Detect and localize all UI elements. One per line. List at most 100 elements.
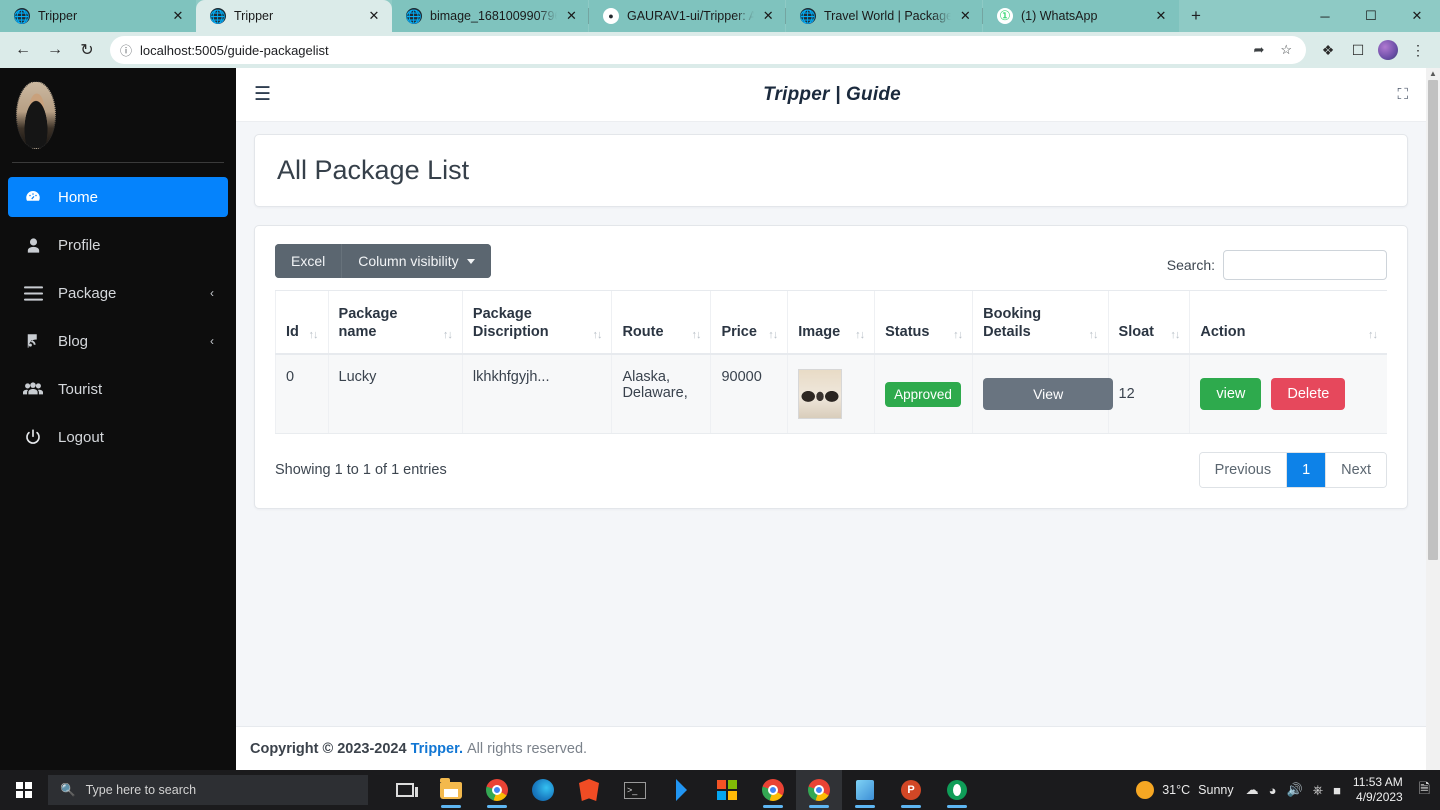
column-header-package-name[interactable]: Package name ↑↓ (327, 290, 463, 356)
task-view-icon[interactable] (382, 770, 428, 810)
sidebar-item-tourist[interactable]: Tourist (8, 369, 228, 409)
column-header-route[interactable]: Route ↑↓ (611, 290, 711, 356)
menu-kebab-icon[interactable]: ⋮ (1404, 36, 1432, 64)
battery-icon[interactable]: ■ (1333, 783, 1341, 798)
github-icon (603, 8, 619, 24)
extensions-icon[interactable]: ❖ (1314, 36, 1342, 64)
terminal-icon[interactable]: >_ (612, 770, 658, 810)
tab-close-icon[interactable]: ✕ (565, 8, 578, 24)
tab-close-icon[interactable]: ✕ (1153, 8, 1169, 24)
brave-icon[interactable] (566, 770, 612, 810)
footer-brand[interactable]: Tripper. (411, 741, 463, 757)
column-header-sloat[interactable]: Sloat ↑↓ (1107, 290, 1190, 356)
column-visibility-button[interactable]: Column visibility (342, 244, 491, 278)
sidebar-item-label: Tourist (58, 380, 103, 398)
chrome-icon-2[interactable] (750, 770, 796, 810)
column-label: Action (1200, 324, 1246, 341)
scrollbar-thumb[interactable] (1428, 80, 1438, 560)
sidebar-item-package[interactable]: Package ‹ (8, 273, 228, 313)
share-icon[interactable]: ➦ (1249, 42, 1268, 58)
pagination-previous[interactable]: Previous (1199, 453, 1288, 488)
profile-avatar[interactable] (1374, 36, 1402, 64)
window-maximize-button[interactable]: ☐ (1348, 0, 1394, 32)
sidebar-item-logout[interactable]: Logout (8, 417, 228, 457)
chrome-icon[interactable] (474, 770, 520, 810)
file-explorer-icon[interactable] (428, 770, 474, 810)
column-header-action[interactable]: Action ↑↓ (1189, 290, 1387, 356)
sidebar-profile (0, 68, 236, 162)
browser-tab-6[interactable]: (1) WhatsApp ✕ (983, 0, 1179, 32)
sidepanel-icon[interactable]: ☐ (1344, 36, 1372, 64)
column-header-price[interactable]: Price ↑↓ (710, 290, 788, 356)
view-button[interactable]: view (1200, 378, 1262, 411)
new-tab-button[interactable]: + (1179, 0, 1213, 32)
vscode-icon[interactable] (658, 770, 704, 810)
office-icon[interactable] (842, 770, 888, 810)
weather-widget[interactable]: 31°C Sunny (1136, 781, 1234, 799)
microsoft-store-icon[interactable] (704, 770, 750, 810)
pagination-next[interactable]: Next (1326, 453, 1386, 488)
tab-close-icon[interactable]: ✕ (170, 8, 186, 24)
page-scrollbar[interactable]: ▲ (1426, 68, 1440, 770)
tab-close-icon[interactable]: ✕ (366, 8, 382, 24)
back-button[interactable]: ← (8, 35, 38, 65)
edge-icon[interactable] (520, 770, 566, 810)
window-close-button[interactable]: ✕ (1394, 0, 1440, 32)
column-header-package-description[interactable]: Package Discription ↑↓ (461, 290, 612, 356)
taskbar-search[interactable]: 🔍 Type here to search (48, 775, 368, 805)
main-content: ☰ Tripper | Guide ⛶ All Package List Exc… (236, 68, 1426, 770)
taskbar-clock[interactable]: 11:53 AM 4/9/2023 (1353, 775, 1403, 805)
column-label: Package name (338, 306, 398, 341)
column-header-id[interactable]: Id ↑↓ (275, 290, 329, 356)
star-icon[interactable]: ☆ (1276, 42, 1296, 58)
pagination-page-1[interactable]: 1 (1287, 453, 1327, 488)
volume-icon[interactable]: 🔊 (1286, 782, 1302, 798)
tab-title: GAURAV1-ui/Tripper: A tou (627, 9, 754, 23)
scroll-up-arrow[interactable]: ▲ (1426, 68, 1440, 80)
column-header-status[interactable]: Status ↑↓ (874, 290, 973, 356)
fullscreen-icon[interactable]: ⛶ (1386, 86, 1408, 103)
search-input[interactable] (1223, 250, 1387, 280)
column-header-image[interactable]: Image ↑↓ (787, 290, 875, 356)
sidebar-item-profile[interactable]: Profile (8, 225, 228, 265)
browser-toolbar: ← → ↻ ⓘ localhost:5005/guide-packagelist… (0, 32, 1440, 68)
booking-details-view-button[interactable]: View (983, 378, 1114, 411)
sidebar-item-blog[interactable]: Blog ‹ (8, 321, 228, 361)
browser-tab-4[interactable]: GAURAV1-ui/Tripper: A tou ✕ (589, 0, 785, 32)
site-info-icon[interactable]: ⓘ (120, 42, 132, 59)
window-minimize-button[interactable]: ─ (1302, 0, 1348, 32)
browser-tab-2-active[interactable]: Tripper ✕ (196, 0, 392, 32)
delete-button[interactable]: Delete (1271, 378, 1346, 411)
forward-button[interactable]: → (40, 35, 70, 65)
reload-button[interactable]: ↻ (72, 35, 102, 65)
datatable-buttons: Excel Column visibility (275, 244, 491, 278)
excel-export-button[interactable]: Excel (275, 244, 343, 278)
chevron-left-icon: ‹ (210, 334, 214, 348)
address-bar[interactable]: ⓘ localhost:5005/guide-packagelist ➦ ☆ (110, 36, 1306, 64)
list-icon (22, 285, 44, 301)
sort-icon: ↑↓ (691, 329, 701, 342)
onedrive-icon[interactable]: ☁ (1246, 782, 1259, 798)
menu-toggle-icon[interactable]: ☰ (254, 83, 278, 106)
cell-status: Approved (874, 354, 973, 435)
powerpoint-icon[interactable]: P (888, 770, 934, 810)
browser-tab-1[interactable]: Tripper ✕ (0, 0, 196, 32)
start-button[interactable] (0, 782, 48, 798)
browser-tab-3[interactable]: bimage_1681009907967.pn ✕ (392, 0, 588, 32)
browser-tab-5[interactable]: Travel World | Package Det ✕ (786, 0, 982, 32)
tab-close-icon[interactable]: ✕ (959, 8, 972, 24)
notification-icon[interactable]: 🗎 (1415, 778, 1430, 802)
column-visibility-label: Column visibility (358, 253, 459, 269)
opera-icon[interactable] (934, 770, 980, 810)
page-body: All Package List Excel Column visibility (236, 122, 1426, 510)
mic-icon[interactable]: ⎈ (1313, 782, 1323, 798)
magnifier-icon: 🔍 (60, 782, 76, 797)
column-label: Id (286, 324, 299, 341)
column-header-booking-details[interactable]: Booking Details ↑↓ (972, 290, 1109, 356)
chrome-icon-3[interactable] (796, 770, 842, 810)
table-row: 0 Lucky lkhkhfgyjh... Alaska, Delaware, … (275, 354, 1387, 435)
sidebar-item-home[interactable]: Home (8, 177, 228, 217)
column-label: Status (885, 324, 930, 341)
wifi-icon[interactable]: ◕ (1269, 783, 1277, 798)
tab-close-icon[interactable]: ✕ (762, 8, 775, 24)
